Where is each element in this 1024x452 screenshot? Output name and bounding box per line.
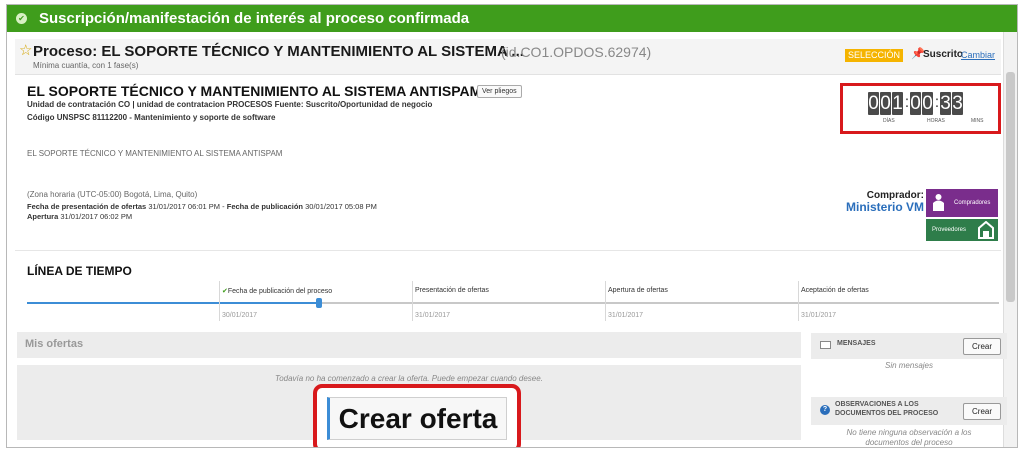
process-meta-unspsc: Código UNSPSC 81112200 - Mantenimiento y… (27, 113, 276, 122)
star-icon[interactable]: ☆ (19, 41, 32, 59)
hours-digit: 0 (922, 92, 933, 115)
envelope-icon (820, 341, 831, 349)
publicacion-value: 30/01/2017 05:08 PM (305, 202, 377, 211)
observaciones-title-line1: OBSERVACIONES A LOS (835, 401, 919, 408)
process-subtitle: Mínima cuantía, con 1 fase(s) (33, 61, 139, 70)
timeline-step-label: Aceptación de ofertas (801, 287, 869, 294)
compradores-logo: Compradores (926, 189, 998, 217)
hours-label: HORAS (927, 118, 945, 124)
presentacion-value: 31/01/2017 06:01 PM (148, 202, 221, 211)
timeline-step-text: Fecha de publicación del proceso (227, 288, 333, 295)
days-digit: 0 (880, 92, 891, 115)
timeline-tick (798, 281, 799, 321)
ver-pliegos-button[interactable]: Ver pliegos (477, 85, 522, 98)
mis-ofertas-header: Mis ofertas (17, 332, 801, 358)
timeline-step-date: 31/01/2017 (415, 312, 451, 319)
mins-label: MINS (971, 118, 984, 124)
timeline-step-label: Apertura de ofertas (608, 287, 668, 294)
apertura-date: Apertura 31/01/2017 06:02 PM (27, 212, 132, 221)
mins-digit: 3 (940, 92, 951, 115)
days-digit: 1 (892, 92, 903, 115)
presentacion-label: Fecha de presentación de ofertas (27, 202, 147, 211)
apertura-label: Apertura (27, 212, 59, 221)
timeline-step-date: 31/01/2017 (608, 312, 644, 319)
observaciones-empty-line2: documentos del proceso (865, 438, 953, 447)
crear-mensaje-button[interactable]: Crear (963, 338, 1002, 355)
countdown-digits: 0 0 1 : 0 0 : 3 3 (868, 92, 964, 115)
timeline-step-label: ✔Fecha de publicación del proceso (222, 287, 332, 295)
timeline-progress (27, 302, 319, 304)
check-circle-icon: ✔ (16, 13, 27, 24)
days-digit: 0 (868, 92, 879, 115)
timeline-step-date: 30/01/2017 (222, 312, 258, 319)
timeline-tick (412, 281, 413, 321)
subscribed-label: Suscrito (923, 49, 964, 60)
proveedores-logo-text: Proveedores (932, 227, 967, 233)
countdown-timer: 0 0 1 : 0 0 : 3 3 DÍAS HORAS MINS (840, 83, 1001, 134)
supplier-house-icon (978, 221, 994, 239)
apertura-value: 31/01/2017 06:02 PM (60, 212, 133, 221)
process-dates: Fecha de presentación de ofertas 31/01/2… (27, 202, 377, 211)
days-label: DÍAS (883, 118, 895, 124)
change-subscription-link[interactable]: Cambiar (961, 50, 995, 60)
buyer-person-icon (933, 194, 944, 211)
process-main-title: EL SOPORTE TÉCNICO Y MANTENIMIENTO AL SI… (27, 83, 482, 99)
publicacion-label: Fecha de publicación (226, 202, 304, 211)
mensajes-panel: MENSAJES Crear (811, 333, 1007, 359)
timeline-tick (219, 281, 220, 321)
confirmation-banner: ✔ Suscripción/manifestación de interés a… (7, 5, 1017, 32)
status-badge: SELECCIÓN (845, 49, 904, 62)
mensajes-empty: Sin mensajes (884, 361, 934, 370)
hours-digit: 0 (910, 92, 921, 115)
ofertas-empty-message: Todavía no ha comenzado a crear la ofert… (275, 374, 543, 383)
browser-frame: ✔ Suscripción/manifestación de interés a… (6, 4, 1018, 448)
timeline-tick (605, 281, 606, 321)
mensajes-title: MENSAJES (837, 340, 876, 347)
mis-ofertas-title: Mis ofertas (25, 338, 84, 350)
crear-oferta-highlight: Crear oferta (313, 384, 521, 447)
banner-text: Suscripción/manifestación de interés al … (39, 10, 470, 27)
dates-separator: - (222, 202, 225, 211)
observaciones-empty-line1: No tiene ninguna observación a los (846, 428, 972, 437)
timeline-marker (316, 298, 322, 308)
observaciones-empty: No tiene ninguna observación a los docum… (811, 428, 1007, 447)
timeline-title: LÍNEA DE TIEMPO (27, 264, 132, 278)
observaciones-title-line2: DOCUMENTOS DEL PROCESO (835, 410, 939, 417)
timeline-step-date: 31/01/2017 (801, 312, 837, 319)
proveedores-logo: Proveedores (926, 219, 998, 241)
section-divider (15, 250, 1001, 251)
scrollbar[interactable] (1003, 32, 1017, 447)
process-id: (id.CO1.OPDOS.62974) (501, 44, 652, 60)
observaciones-panel: ? OBSERVACIONES A LOS DOCUMENTOS DEL PRO… (811, 397, 1007, 425)
timezone-text: (Zona horaria (UTC-05:00) Bogotá, Lima, … (27, 190, 198, 199)
crear-observacion-button[interactable]: Crear (963, 403, 1002, 420)
compradores-logo-text: Compradores (954, 200, 991, 206)
scrollbar-thumb[interactable] (1006, 72, 1015, 302)
process-description: EL SOPORTE TÉCNICO Y MANTENIMIENTO AL SI… (27, 149, 283, 158)
timeline-step-label: Presentación de ofertas (415, 287, 489, 294)
question-icon: ? (820, 405, 830, 415)
crear-oferta-button[interactable]: Crear oferta (327, 397, 507, 440)
process-title: Proceso: EL SOPORTE TÉCNICO Y MANTENIMIE… (33, 43, 524, 60)
buyer-name-link[interactable]: Ministerio VM (840, 200, 924, 214)
process-meta-unit: Unidad de contratación CO | unidad de co… (27, 100, 433, 109)
mins-digit: 3 (952, 92, 963, 115)
